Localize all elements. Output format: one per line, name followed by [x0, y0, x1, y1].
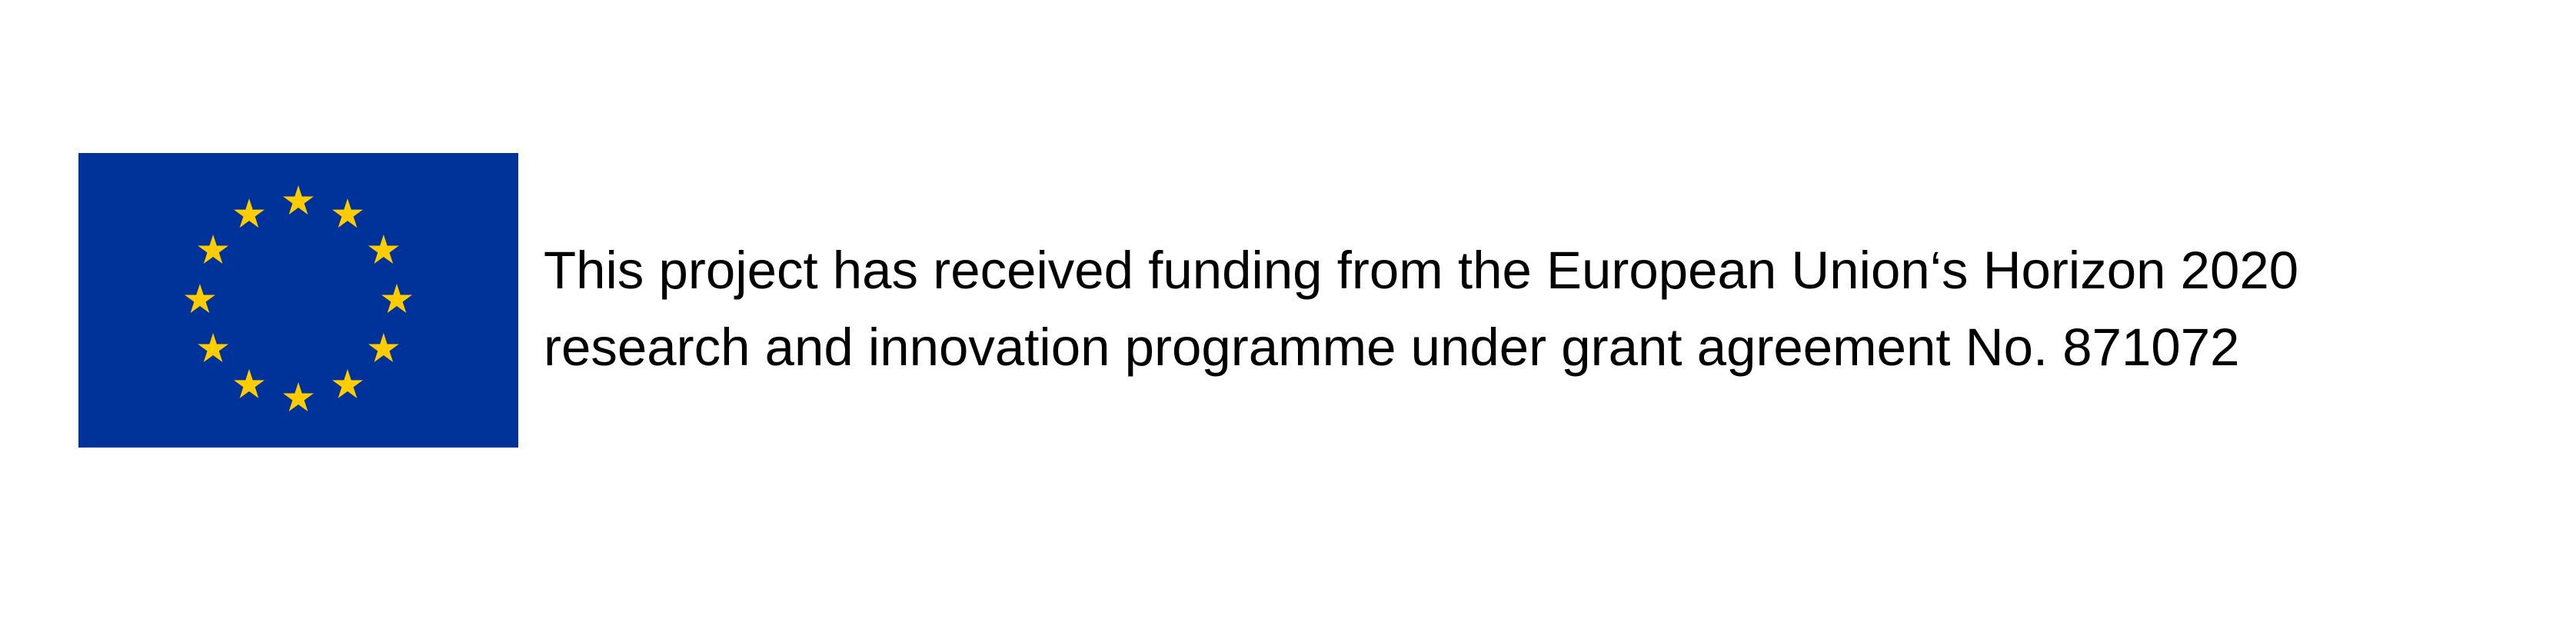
funding-statement-line-1: This project has received funding from t…	[544, 241, 2299, 300]
funding-statement-line-2: research and innovation programme under …	[544, 318, 2240, 377]
eu-flag-icon	[78, 153, 518, 448]
funding-acknowledgement-banner: This project has received funding from t…	[0, 0, 2576, 619]
funding-statement: This project has received funding from t…	[544, 232, 2298, 386]
